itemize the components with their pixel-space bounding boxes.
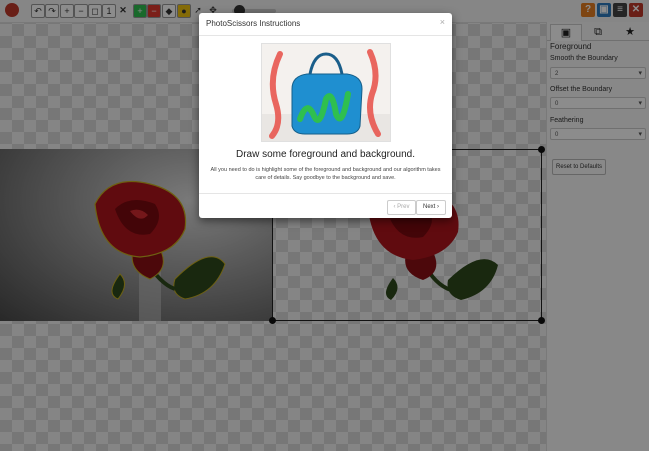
dialog-body-text: All you need to do is highlight some of …: [210, 167, 441, 181]
handbag-example-icon: [262, 44, 390, 141]
instruction-image: [261, 43, 391, 142]
dialog-header: PhotoScissors Instructions ×: [199, 13, 452, 36]
dialog-title: PhotoScissors Instructions: [206, 19, 301, 28]
instructions-dialog: PhotoScissors Instructions × Draw some f…: [199, 13, 452, 218]
prev-button[interactable]: ‹ Prev: [387, 200, 416, 215]
close-icon[interactable]: ×: [440, 17, 445, 27]
next-button[interactable]: Next ›: [416, 200, 446, 215]
dialog-heading: Draw some foreground and background.: [236, 149, 415, 160]
dialog-footer: ‹ Prev Next ›: [199, 193, 452, 219]
